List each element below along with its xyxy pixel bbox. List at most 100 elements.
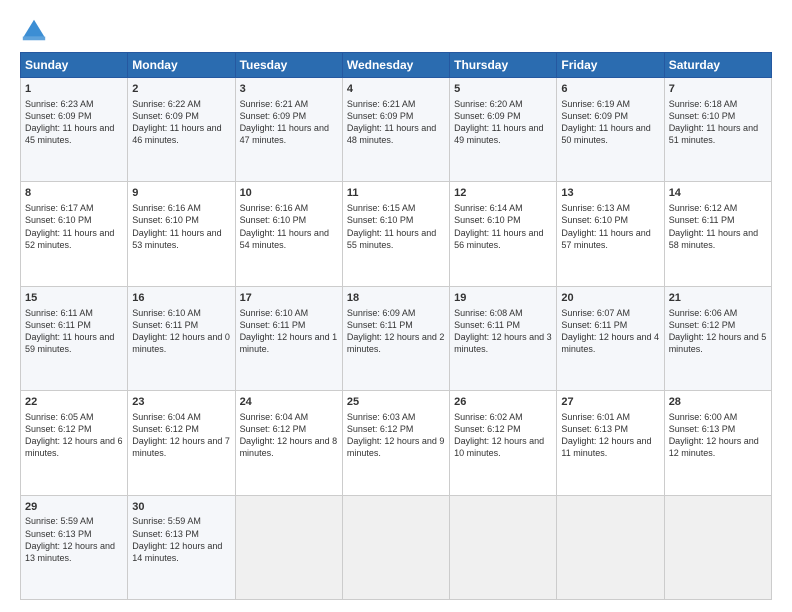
sunrise: Sunrise: 6:16 AM bbox=[240, 203, 309, 213]
calendar-day-cell: 24Sunrise: 6:04 AMSunset: 6:12 PMDayligh… bbox=[235, 391, 342, 495]
day-number: 26 bbox=[454, 395, 552, 410]
day-number: 10 bbox=[240, 186, 338, 201]
sunset: Sunset: 6:13 PM bbox=[669, 424, 736, 434]
day-number: 6 bbox=[561, 82, 659, 97]
sunset: Sunset: 6:09 PM bbox=[240, 111, 307, 121]
calendar-day-cell bbox=[450, 495, 557, 599]
calendar-day-cell: 16 Sunrise: 6:10 AM Sunset: 6:11 PM Dayligh… bbox=[128, 286, 235, 390]
day-number: 8 bbox=[25, 186, 123, 201]
sunrise: Sunrise: 6:20 AM bbox=[454, 99, 523, 109]
sunset: Sunset: 6:10 PM bbox=[454, 215, 521, 225]
sunrise: Sunrise: 6:12 AM bbox=[669, 203, 738, 213]
calendar-day-cell: 15Sunrise: 6:11 AMSunset: 6:11 PMDayligh… bbox=[21, 286, 128, 390]
day-number: 16 bbox=[132, 291, 230, 306]
daylight: Daylight: 12 hours and 10 minutes. bbox=[454, 436, 544, 458]
calendar-week-row: 1Sunrise: 6:23 AMSunset: 6:09 PMDaylight… bbox=[21, 78, 772, 182]
daylight: Daylight: 12 hours and 11 minutes. bbox=[561, 436, 651, 458]
sunrise: Sunrise: 6:21 AM bbox=[347, 99, 416, 109]
sunset: Sunset: 6:11 PM bbox=[240, 320, 306, 330]
daylight: Daylight: 12 hours and 4 minutes. bbox=[561, 332, 659, 354]
calendar-day-cell: 28 Sunrise: 6:00 AM Sunset: 6:13 PM Dayligh… bbox=[664, 391, 771, 495]
daylight: Daylight: 12 hours and 3 minutes. bbox=[454, 332, 552, 354]
sunrise: Sunrise: 6:06 AM bbox=[669, 308, 738, 318]
calendar-day-cell: 29Sunrise: 5:59 AMSunset: 6:13 PMDayligh… bbox=[21, 495, 128, 599]
daylight: Daylight: 11 hours and 58 minutes. bbox=[669, 228, 758, 250]
sunset: Sunset: 6:11 PM bbox=[561, 320, 627, 330]
sunrise: Sunrise: 5:59 AM bbox=[25, 516, 94, 526]
calendar-day-cell bbox=[235, 495, 342, 599]
sunset: Sunset: 6:12 PM bbox=[347, 424, 414, 434]
day-number: 19 bbox=[454, 291, 552, 306]
sunset: Sunset: 6:12 PM bbox=[25, 424, 92, 434]
daylight: Daylight: 11 hours and 54 minutes. bbox=[240, 228, 329, 250]
sunrise: Sunrise: 6:19 AM bbox=[561, 99, 630, 109]
calendar-day-cell: 27Sunrise: 6:01 AMSunset: 6:13 PMDayligh… bbox=[557, 391, 664, 495]
calendar-day-cell bbox=[342, 495, 449, 599]
daylight: Daylight: 12 hours and 0 minutes. bbox=[132, 332, 230, 354]
calendar-day-cell: 20Sunrise: 6:07 AMSunset: 6:11 PMDayligh… bbox=[557, 286, 664, 390]
daylight: Daylight: 11 hours and 59 minutes. bbox=[25, 332, 114, 354]
calendar-day-cell: 1Sunrise: 6:23 AMSunset: 6:09 PMDaylight… bbox=[21, 78, 128, 182]
calendar-day-cell: 25Sunrise: 6:03 AMSunset: 6:12 PMDayligh… bbox=[342, 391, 449, 495]
daylight: Daylight: 12 hours and 5 minutes. bbox=[669, 332, 767, 354]
calendar-day-cell: 8Sunrise: 6:17 AMSunset: 6:10 PMDaylight… bbox=[21, 182, 128, 286]
calendar-day-cell: 17 Sunrise: 6:10 AM Sunset: 6:11 PM Dayligh… bbox=[235, 286, 342, 390]
calendar-day-cell: 4Sunrise: 6:21 AMSunset: 6:09 PMDaylight… bbox=[342, 78, 449, 182]
sunset: Sunset: 6:09 PM bbox=[25, 111, 92, 121]
day-number: 28 bbox=[669, 395, 767, 410]
sunrise: Sunrise: 6:10 AM bbox=[240, 308, 309, 318]
sunset: Sunset: 6:13 PM bbox=[25, 529, 92, 539]
calendar-day-cell: 7Sunrise: 6:18 AMSunset: 6:10 PMDaylight… bbox=[664, 78, 771, 182]
day-number: 15 bbox=[25, 291, 123, 306]
calendar-day-cell: 30Sunrise: 5:59 AMSunset: 6:13 PMDayligh… bbox=[128, 495, 235, 599]
daylight: Daylight: 11 hours and 51 minutes. bbox=[669, 123, 758, 145]
daylight: Daylight: 11 hours and 55 minutes. bbox=[347, 228, 436, 250]
sunrise: Sunrise: 6:00 AM bbox=[669, 412, 738, 422]
day-number: 17 bbox=[240, 291, 338, 306]
sunset: Sunset: 6:10 PM bbox=[25, 215, 92, 225]
sunset: Sunset: 6:10 PM bbox=[669, 111, 736, 121]
sunrise: Sunrise: 6:09 AM bbox=[347, 308, 416, 318]
daylight: Daylight: 11 hours and 53 minutes. bbox=[132, 228, 221, 250]
sunrise: Sunrise: 6:08 AM bbox=[454, 308, 523, 318]
sunrise: Sunrise: 6:13 AM bbox=[561, 203, 630, 213]
calendar-day-cell: 21Sunrise: 6:06 AMSunset: 6:12 PMDayligh… bbox=[664, 286, 771, 390]
day-number: 30 bbox=[132, 500, 230, 515]
calendar-table: SundayMondayTuesdayWednesdayThursdayFrid… bbox=[20, 52, 772, 600]
daylight: Daylight: 12 hours and 12 minutes. bbox=[669, 436, 759, 458]
daylight: Daylight: 11 hours and 48 minutes. bbox=[347, 123, 436, 145]
sunset: Sunset: 6:11 PM bbox=[25, 320, 91, 330]
calendar-day-cell: 10Sunrise: 6:16 AMSunset: 6:10 PMDayligh… bbox=[235, 182, 342, 286]
daylight: Daylight: 12 hours and 1 minute. bbox=[240, 332, 338, 354]
day-number: 23 bbox=[132, 395, 230, 410]
day-number: 29 bbox=[25, 500, 123, 515]
calendar-day-cell: 23Sunrise: 6:04 AMSunset: 6:12 PMDayligh… bbox=[128, 391, 235, 495]
sunset: Sunset: 6:11 PM bbox=[132, 320, 198, 330]
weekday-header-row: SundayMondayTuesdayWednesdayThursdayFrid… bbox=[21, 53, 772, 78]
sunset: Sunset: 6:09 PM bbox=[561, 111, 628, 121]
daylight: Daylight: 11 hours and 45 minutes. bbox=[25, 123, 114, 145]
calendar-day-cell: 11Sunrise: 6:15 AMSunset: 6:10 PMDayligh… bbox=[342, 182, 449, 286]
sunset: Sunset: 6:13 PM bbox=[132, 529, 199, 539]
calendar-week-row: 29Sunrise: 5:59 AMSunset: 6:13 PMDayligh… bbox=[21, 495, 772, 599]
sunrise: Sunrise: 6:17 AM bbox=[25, 203, 94, 213]
sunrise: Sunrise: 6:23 AM bbox=[25, 99, 94, 109]
day-number: 25 bbox=[347, 395, 445, 410]
sunset: Sunset: 6:10 PM bbox=[561, 215, 628, 225]
daylight: Daylight: 11 hours and 49 minutes. bbox=[454, 123, 543, 145]
weekday-header: Monday bbox=[128, 53, 235, 78]
sunset: Sunset: 6:13 PM bbox=[561, 424, 628, 434]
calendar-day-cell: 22Sunrise: 6:05 AMSunset: 6:12 PMDayligh… bbox=[21, 391, 128, 495]
sunrise: Sunrise: 6:02 AM bbox=[454, 412, 523, 422]
calendar-day-cell: 6Sunrise: 6:19 AMSunset: 6:09 PMDaylight… bbox=[557, 78, 664, 182]
daylight: Daylight: 12 hours and 6 minutes. bbox=[25, 436, 123, 458]
day-number: 4 bbox=[347, 82, 445, 97]
day-number: 24 bbox=[240, 395, 338, 410]
sunrise: Sunrise: 6:10 AM bbox=[132, 308, 201, 318]
calendar-day-cell: 13Sunrise: 6:13 AMSunset: 6:10 PMDayligh… bbox=[557, 182, 664, 286]
sunset: Sunset: 6:10 PM bbox=[132, 215, 199, 225]
day-number: 14 bbox=[669, 186, 767, 201]
sunrise: Sunrise: 6:03 AM bbox=[347, 412, 416, 422]
sunset: Sunset: 6:12 PM bbox=[240, 424, 307, 434]
sunset: Sunset: 6:12 PM bbox=[454, 424, 521, 434]
